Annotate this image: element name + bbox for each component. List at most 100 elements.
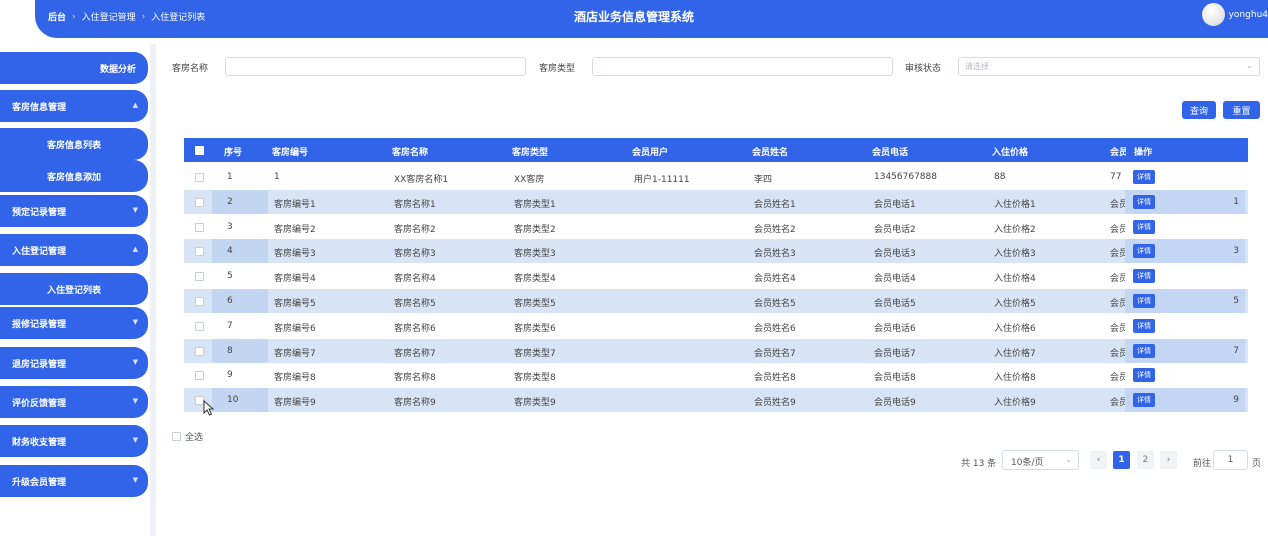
cell-checkin-price: 入住价格6 bbox=[994, 323, 1036, 334]
cell-member-phone: 13456767888 bbox=[874, 172, 937, 182]
cell-room-code: 1 bbox=[274, 172, 280, 182]
cell-extra: 5 bbox=[1233, 296, 1239, 306]
cell-member-name: 会员姓名6 bbox=[754, 323, 796, 334]
table-row: 4 客房编号3 客房名称3 客房类型3 会员姓名3 会员电话3 入住价格3 会员 详情 3 bbox=[184, 239, 1248, 264]
select-all-checkbox[interactable] bbox=[172, 432, 181, 441]
room-name-input[interactable] bbox=[225, 57, 526, 76]
cell-room-code: 客房编号3 bbox=[274, 249, 316, 260]
system-title: 酒店业务信息管理系统 bbox=[573, 10, 694, 24]
page-2-button[interactable]: 2 bbox=[1137, 451, 1154, 469]
cell-checkin-price: 入住价格3 bbox=[994, 249, 1036, 260]
detail-button[interactable]: 详情 bbox=[1133, 294, 1155, 308]
status-placeholder: 请选择 bbox=[965, 62, 989, 71]
cell-member-name: 会员姓名3 bbox=[754, 249, 796, 260]
col-member-level: 会员 bbox=[1110, 148, 1126, 158]
page-1-button[interactable]: 1 bbox=[1113, 451, 1130, 469]
row-checkbox[interactable] bbox=[195, 297, 204, 306]
sidebar-item-room-info-management[interactable]: 客房信息管理 ▲ bbox=[0, 90, 148, 122]
detail-button[interactable]: 详情 bbox=[1133, 368, 1155, 383]
actions-cell: 详情 bbox=[1125, 363, 1245, 388]
row-checkbox[interactable] bbox=[195, 321, 204, 331]
index-cell-bg bbox=[212, 215, 268, 239]
cell-member-level: 会员 bbox=[1110, 373, 1126, 384]
table-header: 序号 客房编号 客房名称 客房类型 会员用户 会员姓名 会员电话 入住价格 会员… bbox=[184, 138, 1248, 162]
sidebar-item-room-info-list[interactable]: 客房信息列表 bbox=[0, 128, 148, 160]
row-checkbox[interactable] bbox=[195, 346, 204, 356]
next-page-button[interactable]: › bbox=[1160, 451, 1177, 469]
cell-member-name: 会员姓名4 bbox=[754, 274, 796, 285]
select-all-label: 全选 bbox=[185, 433, 204, 443]
cell-room-type: 客房类型5 bbox=[514, 299, 556, 309]
sidebar-item-label: 入住登记管理 bbox=[12, 246, 67, 257]
sidebar-item-member-upgrade-management[interactable]: 升级会员管理 ▼ bbox=[0, 465, 148, 497]
sidebar-item-feedback-management[interactable]: 评价反馈管理 ▼ bbox=[0, 386, 148, 418]
header-checkbox[interactable] bbox=[195, 146, 204, 155]
sidebar-item-finance-management[interactable]: 财务收支管理 ▼ bbox=[0, 425, 148, 457]
cell-member-level: 会员 bbox=[1110, 398, 1126, 409]
cell-member-phone: 会员电话5 bbox=[874, 299, 916, 309]
table-row: 7 客房编号6 客房名称6 客房类型6 会员姓名6 会员电话6 入住价格6 会员 详情 bbox=[184, 313, 1248, 338]
reset-button[interactable]: 重置 bbox=[1223, 101, 1260, 119]
sidebar-item-label: 客房信息列表 bbox=[46, 140, 101, 151]
room-type-input[interactable] bbox=[592, 57, 893, 76]
detail-button[interactable]: 详情 bbox=[1133, 343, 1155, 358]
goto-page-input[interactable]: 1 bbox=[1213, 450, 1248, 470]
sidebar-item-label: 退房记录管理 bbox=[12, 359, 67, 370]
cell-room-code: 客房编号2 bbox=[274, 224, 316, 235]
cell-member-phone: 会员电话7 bbox=[874, 348, 916, 359]
select-all[interactable]: 全选 bbox=[172, 430, 203, 443]
index-cell-bg bbox=[212, 314, 268, 338]
sidebar-item-room-info-add[interactable]: 客房信息添加 bbox=[0, 160, 148, 192]
index-cell-bg bbox=[212, 239, 268, 264]
detail-button[interactable]: 详情 bbox=[1133, 194, 1155, 209]
cell-room-name: 客房名称9 bbox=[394, 398, 436, 409]
cell-member-level: 会员 bbox=[1110, 224, 1126, 235]
username[interactable]: yonghu4 bbox=[1229, 10, 1268, 20]
sidebar-item-checkin-list[interactable]: 入住登记列表 bbox=[0, 273, 148, 305]
cell-index: 8 bbox=[227, 345, 233, 356]
room-type-label: 客房类型 bbox=[539, 64, 576, 74]
detail-button[interactable]: 详情 bbox=[1133, 269, 1155, 284]
chevron-down-icon: ▼ bbox=[132, 358, 138, 366]
cell-member-level: 会员 bbox=[1110, 323, 1126, 334]
cell-room-type: XX客房 bbox=[514, 175, 545, 185]
actions-cell: 详情 3 bbox=[1125, 239, 1245, 264]
cell-room-code: 客房编号1 bbox=[274, 199, 316, 210]
sidebar-item-label: 财务收支管理 bbox=[12, 437, 67, 448]
sidebar-item-checkout-management[interactable]: 退房记录管理 ▼ bbox=[0, 347, 148, 379]
detail-button[interactable]: 详情 bbox=[1133, 244, 1155, 259]
query-button[interactable]: 查询 bbox=[1182, 101, 1216, 119]
detail-button[interactable]: 详情 bbox=[1133, 393, 1155, 408]
detail-button[interactable]: 详情 bbox=[1133, 170, 1155, 184]
cell-room-code: 客房编号9 bbox=[274, 398, 316, 409]
detail-button[interactable]: 详情 bbox=[1133, 318, 1155, 333]
row-checkbox[interactable] bbox=[195, 222, 204, 232]
cell-room-type: 客房类型9 bbox=[514, 398, 556, 409]
row-checkbox[interactable] bbox=[195, 371, 204, 381]
row-checkbox[interactable] bbox=[195, 247, 204, 257]
index-cell-bg bbox=[212, 289, 268, 313]
cell-member-name: 会员姓名7 bbox=[754, 348, 796, 359]
goto-label: 前往 bbox=[1193, 459, 1212, 469]
sidebar-item-label: 评价反馈管理 bbox=[12, 398, 67, 409]
cell-checkin-price: 入住价格8 bbox=[994, 373, 1036, 384]
detail-button[interactable]: 详情 bbox=[1133, 219, 1155, 234]
sidebar-item-label: 升级会员管理 bbox=[12, 477, 67, 488]
row-checkbox[interactable] bbox=[195, 197, 204, 207]
sidebar-item-checkin-management[interactable]: 入住登记管理 ▲ bbox=[0, 234, 148, 266]
avatar[interactable] bbox=[1201, 3, 1225, 26]
cell-index: 3 bbox=[227, 221, 233, 232]
cell-member-level: 会员 bbox=[1110, 274, 1126, 285]
row-checkbox[interactable] bbox=[195, 272, 204, 282]
user-menu[interactable]: yonghu4 bbox=[1201, 3, 1268, 26]
sidebar-item-repair-management[interactable]: 报修记录管理 ▼ bbox=[0, 307, 148, 339]
actions-cell: 详情 1 bbox=[1125, 189, 1245, 214]
row-checkbox[interactable] bbox=[195, 173, 204, 182]
col-room-code: 客房编号 bbox=[272, 148, 309, 158]
sidebar-item-data-analysis[interactable]: 数据分析 bbox=[0, 52, 148, 84]
sidebar-item-booking-management[interactable]: 预定记录管理 ▼ bbox=[0, 195, 148, 227]
actions-cell: 详情 7 bbox=[1125, 338, 1245, 363]
prev-page-button[interactable]: ‹ bbox=[1090, 451, 1107, 469]
page-size-select[interactable]: 10条/页 ⌄ bbox=[1002, 450, 1079, 470]
status-select[interactable]: 请选择 ⌄ bbox=[958, 57, 1260, 76]
